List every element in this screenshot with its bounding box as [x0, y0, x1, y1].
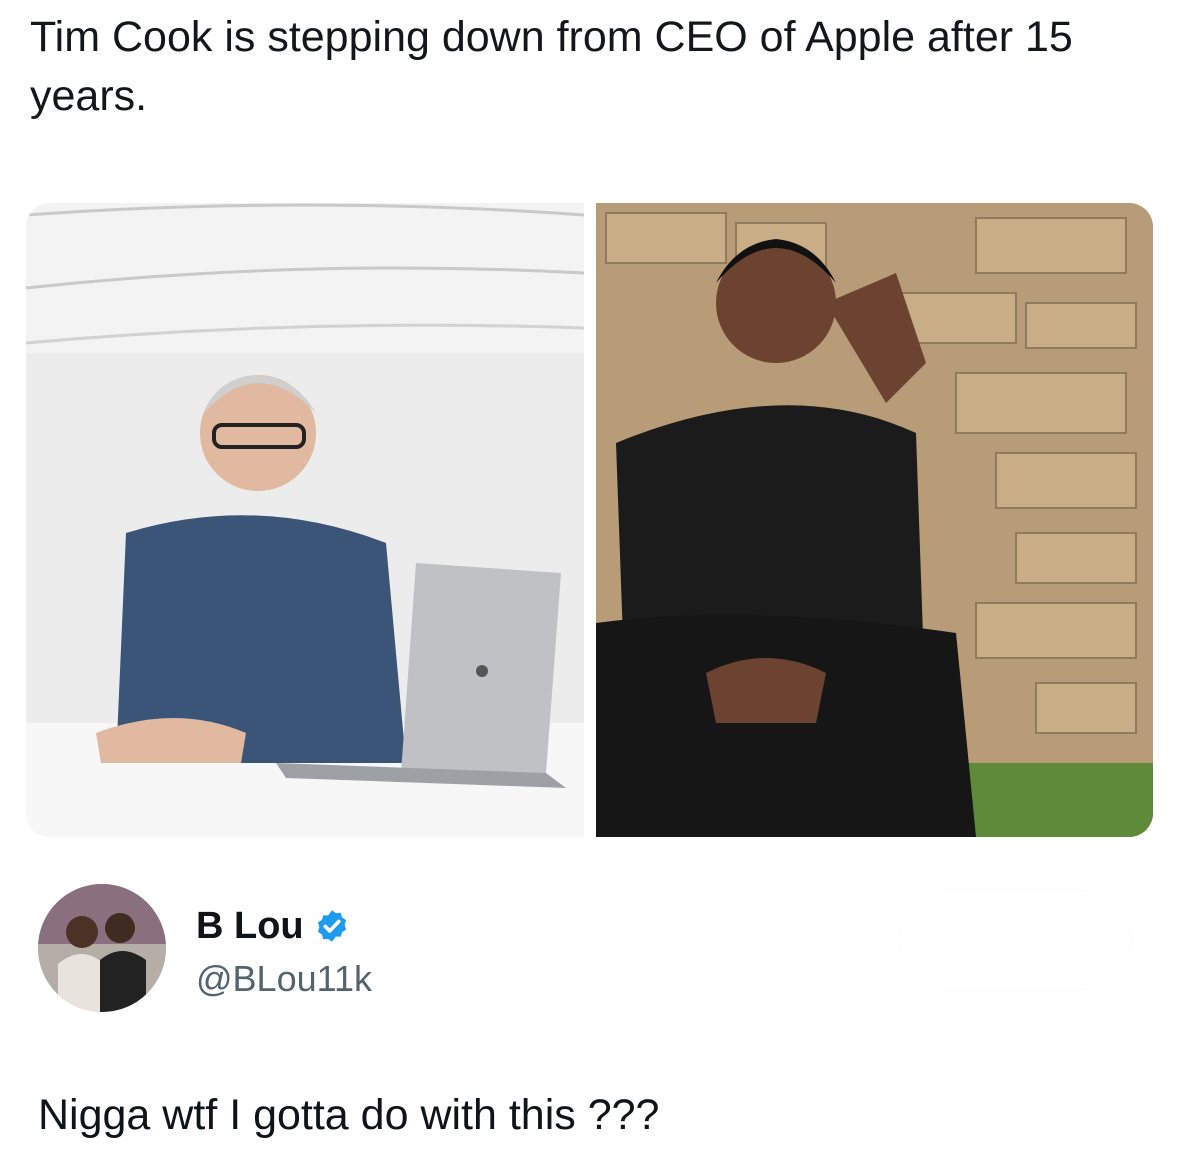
- post-headline: Tim Cook is stepping down from CEO of Ap…: [30, 13, 1073, 120]
- man-crouching-image: [596, 203, 1153, 837]
- follow-button-placeholder: [900, 890, 1130, 990]
- left-photo[interactable]: [26, 203, 584, 837]
- man-with-laptop-image: [26, 203, 584, 837]
- name-row: B Lou: [196, 904, 350, 948]
- verified-badge-icon: [317, 910, 346, 942]
- tweet-text: Nigga wtf I gotta do with this ???: [38, 1091, 660, 1139]
- display-name[interactable]: B Lou: [196, 904, 304, 948]
- avatar[interactable]: [38, 884, 166, 1012]
- reply-tweet[interactable]: B Lou @BLou11k Nigga wtf I gotta do with…: [0, 862, 1179, 1170]
- avatar-image: [38, 884, 166, 1012]
- right-photo[interactable]: [596, 203, 1153, 837]
- user-handle[interactable]: @BLou11k: [196, 958, 372, 1000]
- media-grid: [26, 203, 1153, 837]
